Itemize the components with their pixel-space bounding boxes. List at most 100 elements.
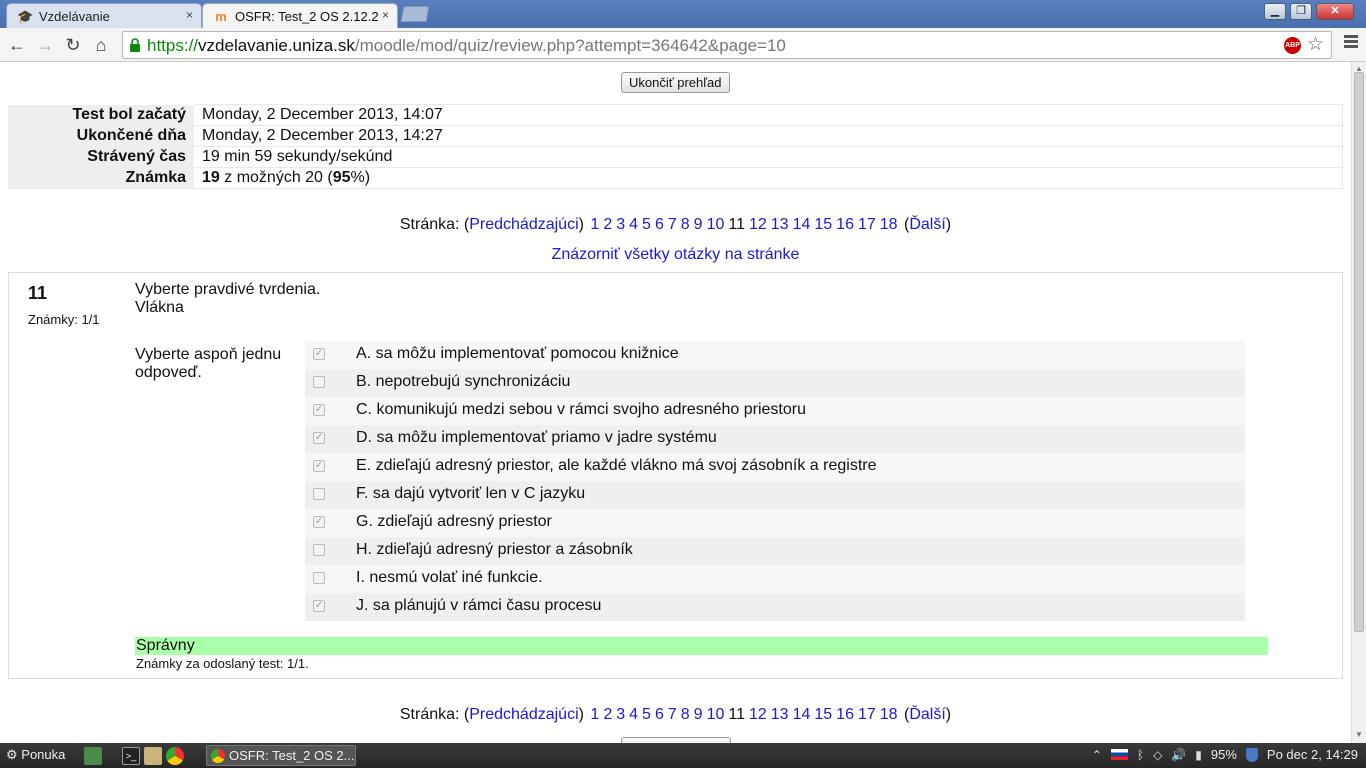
pagination-page-link[interactable]: 1 — [590, 706, 599, 723]
show-all-questions-link[interactable]: Znázorniť všetky otázky na stránke — [552, 246, 800, 263]
new-tab-button[interactable] — [400, 6, 430, 22]
pagination-page-link[interactable]: 17 — [858, 706, 876, 723]
home-icon[interactable]: ⌂ — [90, 34, 112, 56]
shield-icon[interactable] — [1245, 747, 1258, 762]
checkbox-checked-icon[interactable]: ✓ — [313, 516, 325, 528]
pagination-page-link[interactable]: 17 — [858, 216, 876, 233]
pagination-page-link[interactable]: 7 — [668, 706, 677, 723]
pagination-page-link[interactable]: 6 — [655, 216, 664, 233]
url-scheme: https:// — [147, 36, 199, 55]
pagination-next-link[interactable]: Ďalší — [909, 216, 945, 233]
pagination-page-link[interactable]: 8 — [681, 706, 690, 723]
volume-icon[interactable]: 🔊 — [1171, 748, 1186, 762]
pagination-page-link[interactable]: 13 — [771, 706, 789, 723]
pagination-page-link[interactable]: 9 — [694, 216, 703, 233]
pagination-page-link[interactable]: 2 — [603, 216, 612, 233]
pagination-prev-link[interactable]: Predchádzajúci — [469, 216, 578, 233]
battery-percent: 95% — [1210, 747, 1237, 762]
pagination-page-link[interactable]: 16 — [836, 706, 854, 723]
checkbox-unchecked-icon[interactable] — [313, 488, 325, 500]
browser-menu-icon[interactable] — [1344, 35, 1358, 50]
checkbox-checked-icon[interactable]: ✓ — [313, 348, 325, 360]
grade-tail: %) — [350, 169, 371, 186]
pagination-next-link[interactable]: Ďalší — [909, 706, 945, 723]
tab-close-icon[interactable]: × — [382, 8, 389, 22]
pagination-page-link[interactable]: 1 — [590, 216, 599, 233]
scroll-down-icon[interactable]: ▼ — [1355, 730, 1363, 739]
pagination-page-link[interactable]: 14 — [793, 706, 811, 723]
page-scrollbar[interactable]: ▲ ▼ — [1351, 62, 1366, 743]
mark-note: Známky za odoslaný test: 1/1. — [136, 656, 309, 671]
chrome-icon[interactable] — [166, 747, 184, 765]
pagination-page-link[interactable]: 18 — [880, 706, 898, 723]
question-block: 11 Známky: 1/1 Vyberte pravdivé tvrdenia… — [8, 272, 1343, 679]
pagination-page-link[interactable]: 13 — [771, 216, 789, 233]
pagination-prev-link[interactable]: Predchádzajúci — [469, 706, 578, 723]
pagination-page-link[interactable]: 8 — [681, 216, 690, 233]
tab-close-icon[interactable]: × — [186, 8, 193, 22]
grade-label: Známka — [8, 167, 194, 189]
close-window-icon[interactable]: ✕ — [1316, 3, 1354, 20]
pagination-page-link[interactable]: 2 — [603, 706, 612, 723]
pagination-page-link[interactable]: 5 — [642, 706, 651, 723]
pagination-page-link[interactable]: 3 — [616, 216, 625, 233]
pagination-page-link[interactable]: 4 — [629, 216, 638, 233]
tab-title: OSFR: Test_2 OS 2.12.2 — [235, 9, 379, 24]
answer-option: H. zdieľajú adresný priestor a zásobník — [305, 537, 1245, 565]
start-menu[interactable]: ⚙ Ponuka — [6, 747, 65, 763]
summary-label: Test bol začatý — [8, 104, 194, 126]
address-bar[interactable]: https://vzdelavanie.uniza.sk/moodle/mod/… — [122, 31, 1332, 59]
finish-review-button[interactable]: Ukončiť prehľad — [621, 72, 730, 93]
pagination-page-link[interactable]: 14 — [793, 216, 811, 233]
pagination-label: Stránka: — [399, 706, 464, 723]
pagination-page-link[interactable]: 7 — [668, 216, 677, 233]
answer-option: ✓ D. sa môžu implementovať priamo v jadre… — [305, 425, 1245, 453]
pagination-page-link[interactable]: 3 — [616, 706, 625, 723]
summary-row: Strávený čas 19 min 59 sekundy/sekúnd — [8, 146, 1343, 168]
forward-arrow-icon[interactable]: → — [34, 34, 56, 56]
reload-icon[interactable]: ↻ — [62, 34, 84, 56]
terminal-icon[interactable]: >_ — [122, 747, 140, 765]
tab-vzdelavanie[interactable]: 🎓 Vzdelávanie × — [6, 3, 202, 28]
answer-prompt: Vyberte aspoň jednu odpoveď. — [135, 346, 282, 381]
start-menu-label: Ponuka — [21, 747, 66, 762]
network-icon[interactable]: ◇ — [1153, 748, 1162, 762]
pagination-page-link[interactable]: 18 — [880, 216, 898, 233]
checkbox-unchecked-icon[interactable] — [313, 572, 325, 584]
back-arrow-icon[interactable]: ← — [6, 34, 28, 56]
checkbox-unchecked-icon[interactable] — [313, 544, 325, 556]
checkbox-checked-icon[interactable]: ✓ — [313, 404, 325, 416]
summary-row: Test bol začatý Monday, 2 December 2013,… — [8, 104, 1343, 126]
bookmark-star-icon[interactable]: ☆ — [1307, 33, 1324, 56]
pagination-page-link[interactable]: 16 — [836, 216, 854, 233]
scrollbar-thumb[interactable] — [1354, 72, 1364, 632]
keyboard-layout-flag-icon[interactable] — [1110, 749, 1128, 760]
chrome-icon — [211, 749, 225, 763]
battery-icon[interactable]: ▮ — [1195, 748, 1202, 762]
pagination-page-link[interactable]: 5 — [642, 216, 651, 233]
tab-osfr-test[interactable]: m OSFR: Test_2 OS 2.12.2 × — [202, 3, 398, 28]
checkbox-checked-icon[interactable]: ✓ — [313, 432, 325, 444]
adblock-icon[interactable]: ABP — [1284, 37, 1301, 54]
pagination-page-link[interactable]: 10 — [707, 216, 725, 233]
pagination-page-link[interactable]: 4 — [629, 706, 638, 723]
expand-tray-icon[interactable]: ⌃ — [1092, 748, 1102, 762]
pagination-page-link[interactable]: 15 — [814, 216, 832, 233]
checkbox-unchecked-icon[interactable] — [313, 376, 325, 388]
taskbar-window-osfr[interactable]: OSFR: Test_2 OS 2.... — [206, 745, 356, 766]
show-desktop-icon[interactable] — [84, 747, 102, 765]
pagination-page-link[interactable]: 10 — [707, 706, 725, 723]
checkbox-checked-icon[interactable]: ✓ — [313, 460, 325, 472]
minimize-icon[interactable]: ▁ — [1264, 3, 1286, 20]
pagination-page-link[interactable]: 6 — [655, 706, 664, 723]
maximize-icon[interactable]: ❐ — [1290, 3, 1312, 20]
pagination-page-link[interactable]: 15 — [814, 706, 832, 723]
answer-label: D. sa môžu implementovať priamo v jadre … — [356, 429, 717, 446]
clock[interactable]: Po dec 2, 14:29 — [1267, 747, 1358, 762]
pagination-page-link[interactable]: 12 — [749, 216, 767, 233]
pagination-page-link[interactable]: 9 — [694, 706, 703, 723]
checkbox-checked-icon[interactable]: ✓ — [313, 600, 325, 612]
pagination-page-link[interactable]: 12 — [749, 706, 767, 723]
folder-icon[interactable] — [144, 747, 162, 765]
bluetooth-icon[interactable]: ᛒ — [1137, 748, 1144, 762]
